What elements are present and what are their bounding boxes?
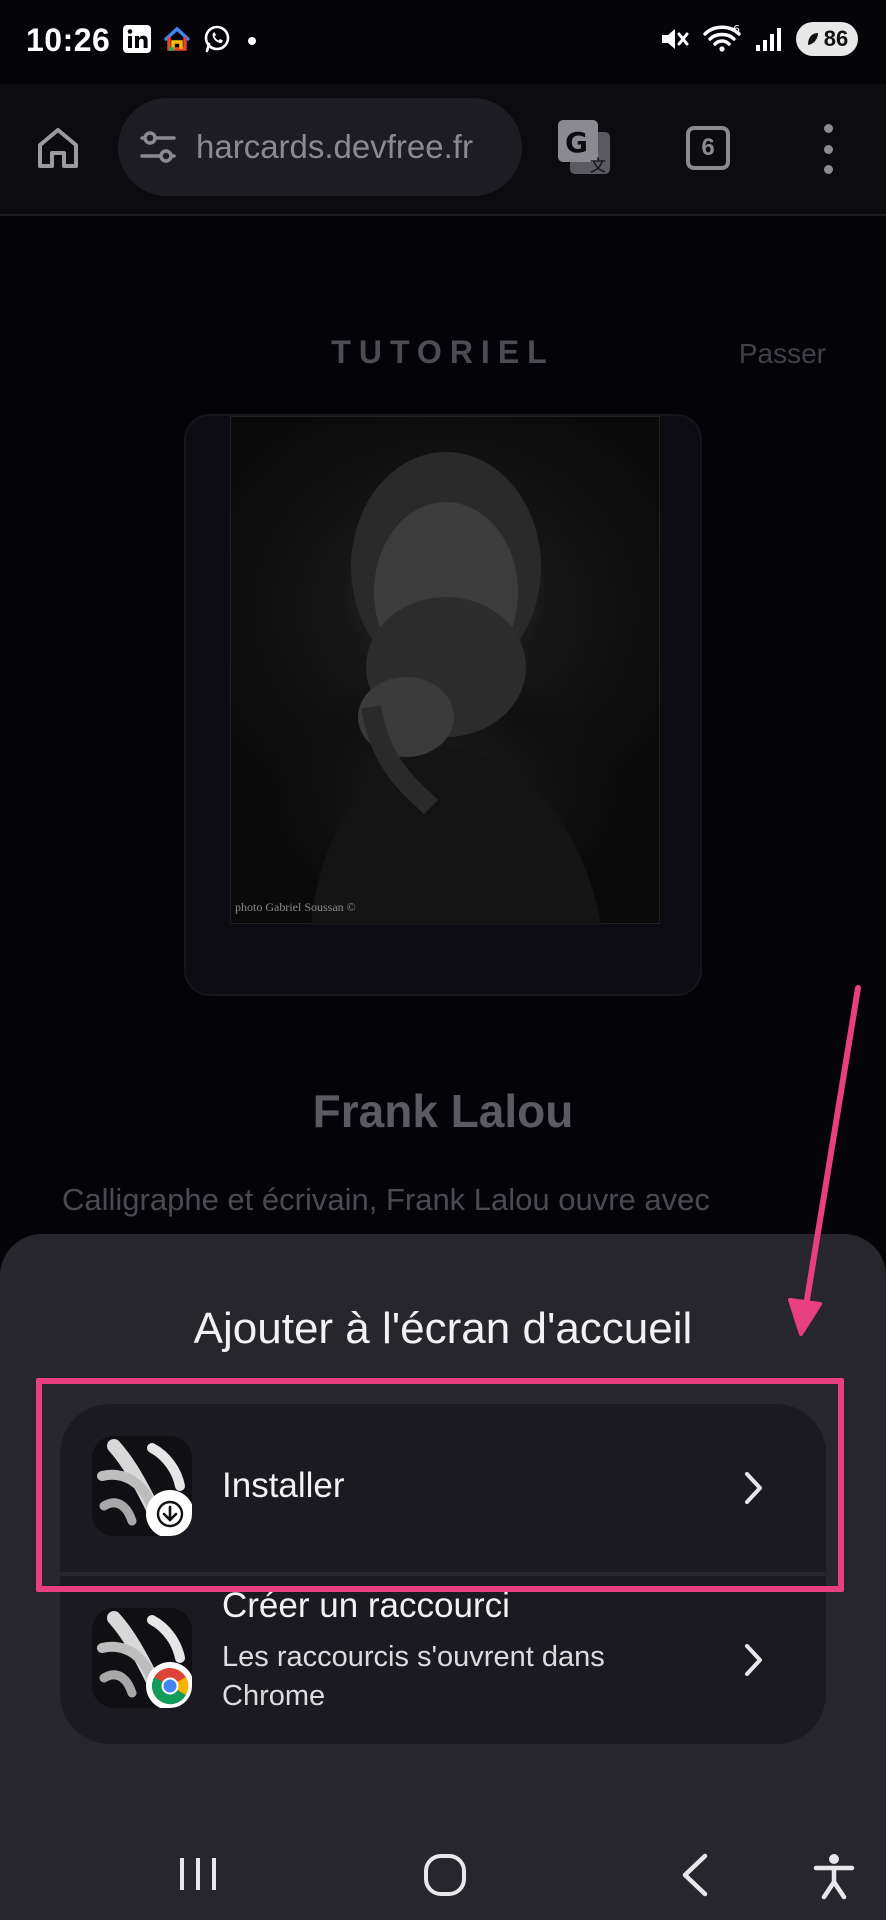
battery-indicator: 86 [796, 22, 858, 56]
back-button[interactable] [678, 1852, 712, 1898]
create-shortcut-option[interactable]: Créer un raccourci Les raccourcis s'ouvr… [60, 1576, 826, 1744]
whatsapp-icon [204, 25, 230, 53]
skip-link[interactable]: Passer [739, 338, 826, 370]
portrait-photo: photo Gabriel Soussan © [230, 416, 660, 925]
web-page-content: TUTORIEL Passer photo Gabriel Soussan © … [0, 218, 886, 1238]
portrait-silhouette [311, 452, 601, 925]
home-nav-button[interactable] [422, 1852, 468, 1898]
photo-credit: photo Gabriel Soussan © [235, 900, 356, 914]
mute-icon [662, 29, 689, 49]
status-notification-icons [122, 24, 262, 54]
tab-switcher-button[interactable]: 6 [686, 126, 730, 170]
browser-toolbar: harcards.devfree.fr G 文 6 [0, 84, 886, 216]
svg-text:文: 文 [590, 156, 606, 175]
address-bar[interactable]: harcards.devfree.fr [118, 98, 522, 196]
portrait-card: photo Gabriel Soussan © [184, 414, 702, 996]
translate-button[interactable]: G 文 [556, 118, 614, 178]
battery-level: 86 [823, 26, 849, 51]
status-system-icons: 6 86 [658, 22, 858, 56]
site-settings-icon[interactable] [138, 128, 178, 166]
menu-dot [823, 165, 833, 174]
person-name: Frank Lalou [312, 1085, 574, 1137]
status-time: 10:26 [26, 22, 111, 58]
shortcut-subtitle: Les raccourcis s'ouvrent dans Chrome [222, 1641, 605, 1712]
home-icon [38, 128, 78, 168]
home-button[interactable] [30, 120, 86, 176]
linkedin-icon [123, 25, 151, 53]
person-description: Calligraphe et écrivain, Frank Lalou ouv… [62, 1182, 710, 1217]
app-icon [92, 1608, 192, 1708]
url-text[interactable]: harcards.devfree.fr [196, 128, 516, 166]
shortcut-title: Créer un raccourci [222, 1586, 510, 1625]
system-navigation-bar [0, 1834, 886, 1920]
status-bar: 10:26 6 86 [0, 0, 886, 84]
chevron-right-icon [745, 1644, 762, 1676]
google-home-icon [164, 26, 190, 51]
notification-dot-icon [248, 37, 256, 45]
svg-text:G: G [565, 126, 588, 159]
sheet-title: Ajouter à l'écran d'accueil [193, 1304, 693, 1353]
wifi-icon: 6 [703, 23, 741, 52]
highlight-annotation-box [36, 1378, 844, 1592]
more-options-button[interactable] [816, 124, 840, 174]
menu-dot [823, 144, 833, 154]
chrome-icon [151, 1668, 189, 1705]
translate-icon: G 文 [558, 120, 610, 175]
recent-apps-button[interactable] [176, 1852, 220, 1896]
accessibility-icon[interactable] [812, 1852, 856, 1900]
chrome-badge [146, 1662, 192, 1708]
menu-dot [823, 124, 833, 133]
svg-text:6: 6 [733, 23, 740, 36]
battery-saver-leaf-icon [807, 33, 818, 45]
signal-icon [756, 28, 781, 51]
